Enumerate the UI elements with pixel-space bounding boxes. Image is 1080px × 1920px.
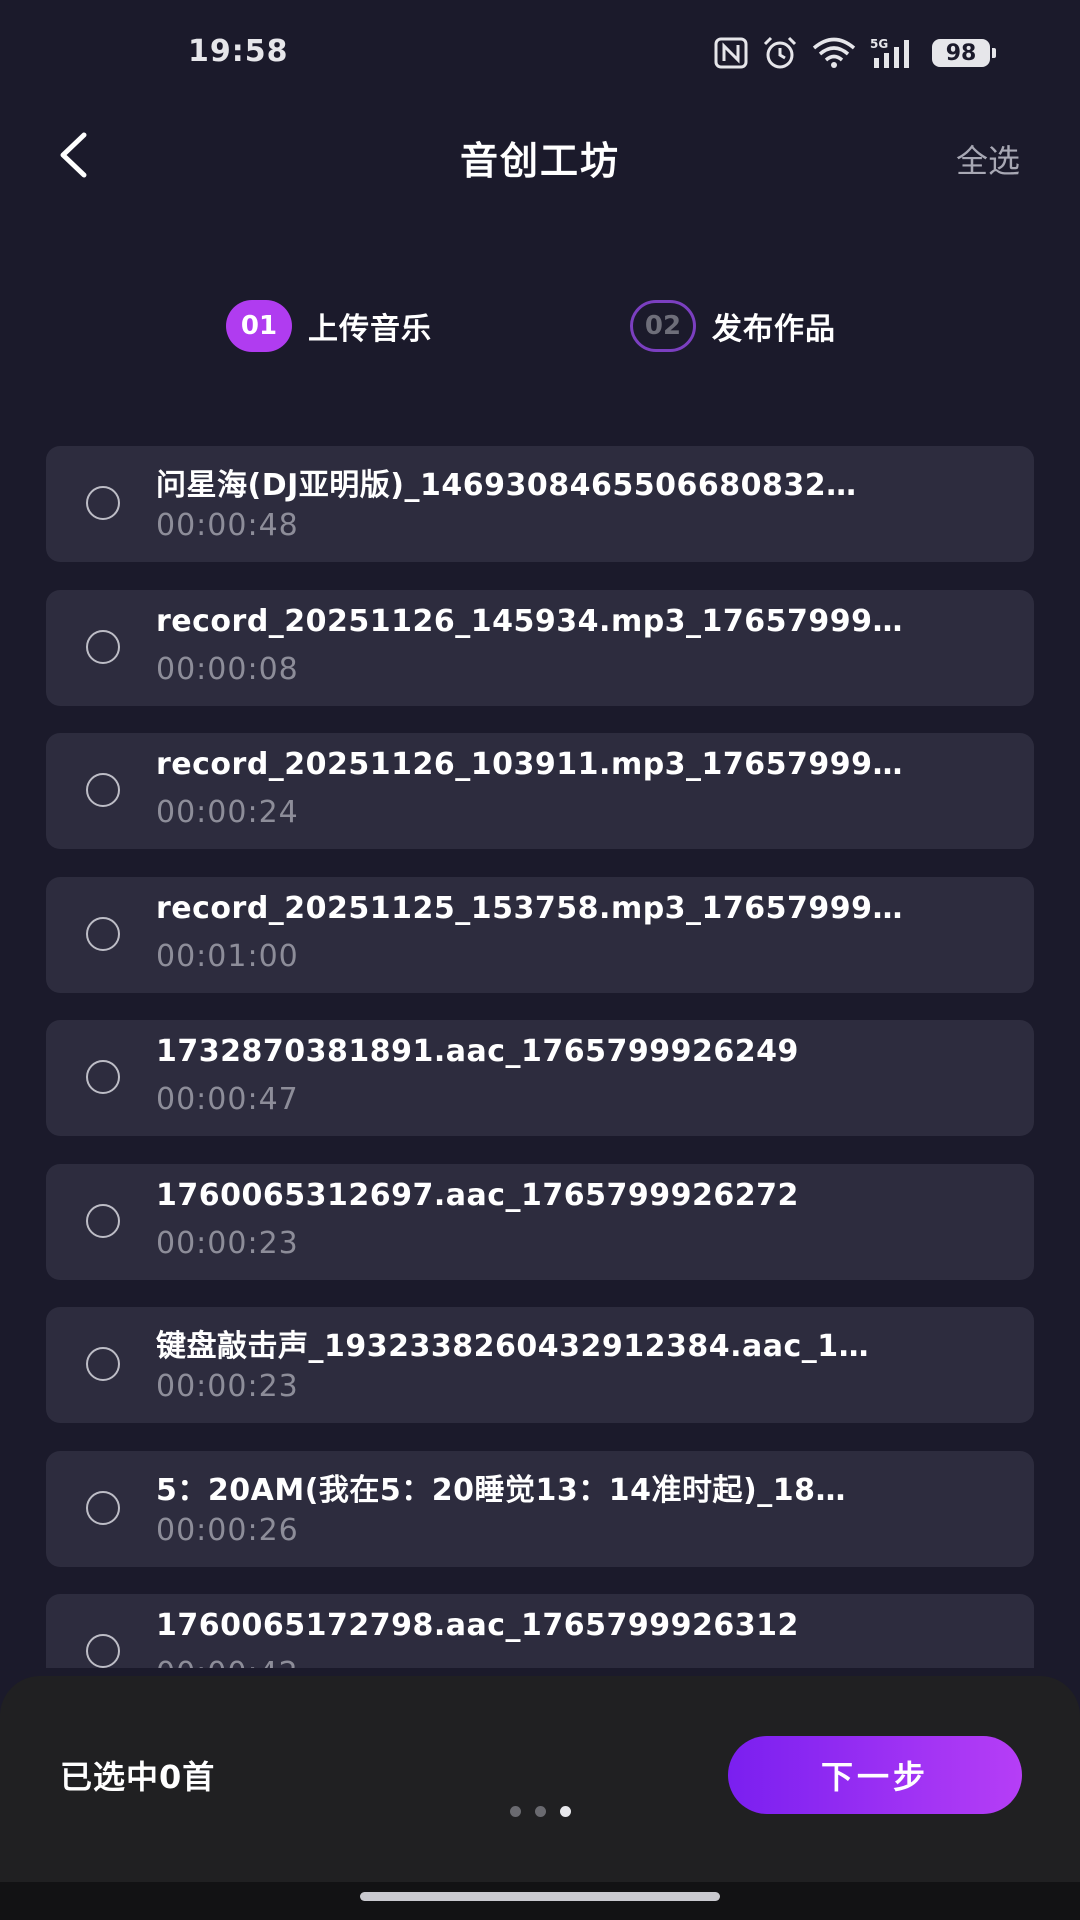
alarm-icon: [762, 36, 798, 70]
file-duration: 00:00:42: [156, 1656, 299, 1668]
select-all-button[interactable]: 全选: [956, 136, 1020, 182]
radio-button[interactable]: [86, 629, 120, 664]
file-name: 1760065312697.aac_1765799926272: [156, 1177, 799, 1213]
status-time: 19:58: [188, 34, 289, 69]
file-name: 1760065172798.aac_1765799926312: [156, 1608, 799, 1643]
file-duration: 00:01:00: [156, 938, 299, 974]
page-title: 音创工坊: [459, 139, 620, 183]
radio-button[interactable]: [86, 1060, 120, 1094]
battery-level: 98: [932, 39, 990, 67]
file-name: 1732870381891.aac_1765799926249: [156, 1034, 799, 1069]
file-duration: 00:00:23: [156, 1369, 299, 1404]
home-indicator[interactable]: [360, 1892, 720, 1901]
file-duration: 00:00:08: [156, 651, 299, 687]
list-item[interactable]: 键盘敲击声_1932338260432912384.aac_1… 00:00:2…: [46, 1307, 1034, 1423]
bottom-panel: 已选中0首 下一步: [0, 1676, 1080, 1920]
step-number: 02: [630, 300, 696, 352]
file-duration: 00:00:24: [156, 795, 299, 830]
file-name: record_20251125_153758.mp3_17657999…: [156, 890, 904, 926]
file-duration: 00:00:26: [156, 1512, 299, 1548]
page-dot: [509, 1806, 521, 1817]
list-item[interactable]: 1732870381891.aac_1765799926249 00:00:47: [46, 1020, 1034, 1136]
step-upload-music[interactable]: 01 上传音乐: [226, 300, 432, 352]
page-dot: [534, 1806, 546, 1817]
file-duration: 00:00:48: [156, 508, 299, 543]
step-label: 发布作品: [712, 312, 836, 347]
file-name: record_20251126_145934.mp3_17657999…: [156, 603, 904, 639]
file-list[interactable]: 问星海(DJ亚明版)_1469308465506680832… 00:00:48…: [46, 446, 1034, 1668]
file-name: record_20251126_103911.mp3_17657999…: [156, 747, 904, 782]
list-item[interactable]: record_20251125_153758.mp3_17657999… 00:…: [46, 876, 1034, 993]
radio-button[interactable]: [86, 1203, 120, 1238]
list-item[interactable]: 1760065172798.aac_1765799926312 00:00:42: [46, 1594, 1034, 1668]
file-name: 键盘敲击声_1932338260432912384.aac_1…: [156, 1329, 870, 1364]
page-indicator: [0, 1806, 1080, 1817]
step-indicator: 01 上传音乐 02 发布作品: [0, 300, 1080, 360]
status-bar: 19:58 5G 98: [0, 0, 1080, 110]
radio-button[interactable]: [86, 1634, 120, 1668]
file-name: 5：20AM(我在5：20睡觉13：14准时起)_18…: [156, 1472, 846, 1508]
status-icons: 5G 98: [714, 36, 996, 70]
step-number: 01: [226, 300, 292, 352]
page-dot-active: [559, 1806, 571, 1817]
radio-button[interactable]: [86, 1490, 120, 1525]
radio-button[interactable]: [86, 486, 120, 520]
list-item[interactable]: 5：20AM(我在5：20睡觉13：14准时起)_18… 00:00:26: [46, 1450, 1034, 1567]
wifi-icon: [812, 37, 856, 69]
screen: 19:58 5G 98 音创工坊 全选 01 上传音乐 02 发布作品 问星海(…: [0, 0, 1080, 1920]
file-duration: 00:00:23: [156, 1225, 299, 1261]
radio-button[interactable]: [86, 773, 120, 807]
file-duration: 00:00:47: [156, 1082, 299, 1117]
navigation-bar: [0, 1882, 1080, 1920]
battery-icon: 98: [932, 39, 996, 67]
signal-icon: 5G: [870, 36, 918, 70]
step-label: 上传音乐: [308, 312, 432, 347]
header: 音创工坊 全选: [0, 110, 1080, 200]
list-item[interactable]: record_20251126_145934.mp3_17657999… 00:…: [46, 589, 1034, 706]
selected-count: 已选中0首: [60, 1758, 216, 1796]
nfc-icon: [714, 37, 748, 69]
step-publish-work[interactable]: 02 发布作品: [630, 300, 836, 352]
list-item[interactable]: record_20251126_103911.mp3_17657999… 00:…: [46, 733, 1034, 849]
list-item[interactable]: 1760065312697.aac_1765799926272 00:00:23: [46, 1163, 1034, 1280]
file-name: 问星海(DJ亚明版)_1469308465506680832…: [156, 468, 857, 503]
list-item[interactable]: 问星海(DJ亚明版)_1469308465506680832… 00:00:48: [46, 446, 1034, 562]
next-step-button[interactable]: 下一步: [728, 1736, 1022, 1814]
radio-button[interactable]: [86, 1347, 120, 1381]
svg-text:5G: 5G: [870, 37, 888, 51]
radio-button[interactable]: [86, 916, 120, 951]
